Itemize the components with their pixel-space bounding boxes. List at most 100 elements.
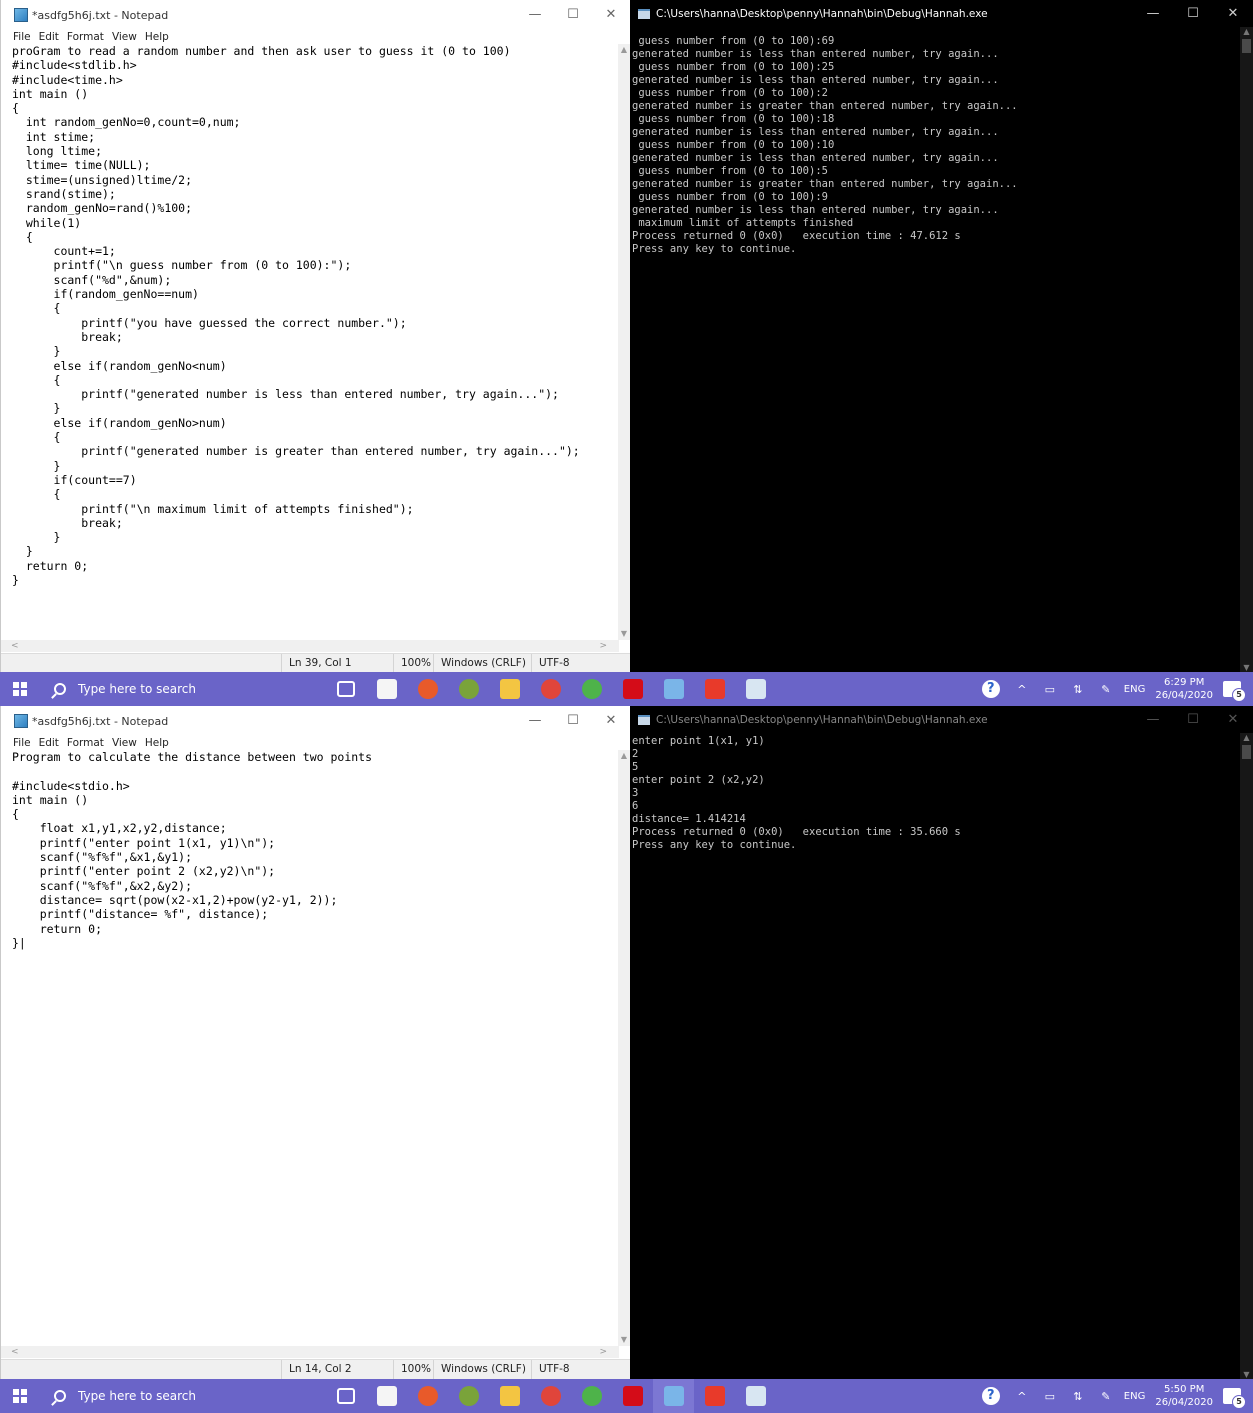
minimize-button[interactable]: — xyxy=(516,0,554,30)
taskbar-app-notepad[interactable] xyxy=(653,1379,694,1413)
taskbar-app-store[interactable] xyxy=(366,672,407,706)
scroll-down-icon[interactable]: ▼ xyxy=(618,1334,630,1346)
taskbar-app-codeblocks-ide[interactable] xyxy=(694,672,735,706)
network-icon[interactable]: ⇅ xyxy=(1070,682,1086,696)
scroll-right-icon[interactable]: > xyxy=(599,640,607,652)
status-bar: Ln 14, Col 2 100% Windows (CRLF) UTF-8 xyxy=(1,1359,631,1379)
taskbar-app-utorrent[interactable] xyxy=(571,1379,612,1413)
chevron-up-icon[interactable]: ^ xyxy=(1014,682,1030,696)
taskbar-app-console[interactable] xyxy=(735,672,776,706)
console-titlebar[interactable]: C:\Users\hanna\Desktop\penny\Hannah\bin\… xyxy=(630,0,1253,27)
text-editor[interactable]: Program to calculate the distance betwee… xyxy=(1,750,619,1346)
notification-icon[interactable]: 5 xyxy=(1223,681,1246,702)
minimize-button[interactable]: — xyxy=(516,706,554,736)
scroll-up-icon[interactable]: ▲ xyxy=(618,750,630,762)
start-button[interactable] xyxy=(0,672,40,706)
network-icon[interactable]: ⇅ xyxy=(1070,1389,1086,1403)
menu-file[interactable]: File xyxy=(13,30,31,44)
menu-help[interactable]: Help xyxy=(145,30,169,44)
console-scrollbar[interactable]: ▲ ▼ xyxy=(1240,27,1253,672)
scroll-thumb[interactable] xyxy=(1242,39,1251,53)
taskbar-app-chrome[interactable] xyxy=(530,1379,571,1413)
pen-icon[interactable]: ✎ xyxy=(1098,1389,1114,1403)
minimize-button[interactable]: — xyxy=(1133,0,1173,30)
scroll-down-icon[interactable]: ▼ xyxy=(618,628,630,640)
taskbar-app-task-view[interactable] xyxy=(325,672,366,706)
taskbar-search[interactable]: Type here to search xyxy=(40,1379,325,1413)
scroll-thumb[interactable] xyxy=(1242,745,1251,759)
console-title: C:\Users\hanna\Desktop\penny\Hannah\bin\… xyxy=(656,7,988,20)
scroll-down-icon[interactable]: ▼ xyxy=(1240,1370,1253,1379)
language-indicator[interactable]: ENG xyxy=(1124,684,1146,695)
battery-icon[interactable]: ▭ xyxy=(1042,1389,1058,1403)
vertical-scrollbar[interactable]: ▲ ▼ xyxy=(618,44,630,640)
console-window: C:\Users\hanna\Desktop\penny\Hannah\bin\… xyxy=(630,706,1253,1379)
menu-help[interactable]: Help xyxy=(145,736,169,750)
menu-view[interactable]: View xyxy=(112,30,137,44)
scroll-down-icon[interactable]: ▼ xyxy=(1240,663,1253,672)
notepad-titlebar[interactable]: *asdfg5h6j.txt - Notepad — ☐ ✕ xyxy=(1,706,630,736)
taskbar-app-netflix[interactable] xyxy=(612,672,653,706)
help-icon[interactable]: ? xyxy=(981,1387,1000,1405)
close-button[interactable]: ✕ xyxy=(1213,0,1253,30)
clock[interactable]: 5:50 PM 26/04/2020 xyxy=(1155,1383,1213,1409)
console-titlebar[interactable]: C:\Users\hanna\Desktop\penny\Hannah\bin\… xyxy=(630,706,1253,733)
taskbar-app-media-player[interactable] xyxy=(407,1379,448,1413)
console-output-area[interactable]: guess number from (0 to 100):69 generate… xyxy=(630,27,1238,672)
text-editor[interactable]: proGram to read a random number and then… xyxy=(1,44,619,640)
pen-icon[interactable]: ✎ xyxy=(1098,682,1114,696)
taskbar-app-codeblocks[interactable] xyxy=(448,672,489,706)
menu-edit[interactable]: Edit xyxy=(39,30,59,44)
minimize-button[interactable]: — xyxy=(1133,706,1173,736)
taskbar-app-console[interactable] xyxy=(735,1379,776,1413)
console-scrollbar[interactable]: ▲ ▼ xyxy=(1240,733,1253,1379)
scroll-right-icon[interactable]: > xyxy=(599,1346,607,1358)
taskbar-app-media-player[interactable] xyxy=(407,672,448,706)
maximize-button[interactable]: ☐ xyxy=(554,0,592,30)
taskbar-app-file-explorer[interactable] xyxy=(489,1379,530,1413)
console-output: guess number from (0 to 100):69 generate… xyxy=(632,35,1018,255)
vertical-scrollbar[interactable]: ▲ ▼ xyxy=(618,750,630,1346)
taskbar-app-task-view[interactable] xyxy=(325,1379,366,1413)
taskbar-app-file-explorer[interactable] xyxy=(489,672,530,706)
taskbar-app-codeblocks-ide[interactable] xyxy=(694,1379,735,1413)
taskbar-app-chrome[interactable] xyxy=(530,672,571,706)
scroll-up-icon[interactable]: ▲ xyxy=(618,44,630,56)
taskbar-app-notepad[interactable] xyxy=(653,672,694,706)
maximize-button[interactable]: ☐ xyxy=(1173,0,1213,30)
taskbar-search[interactable]: Type here to search xyxy=(40,672,325,706)
close-button[interactable]: ✕ xyxy=(592,706,630,736)
clock-date: 26/04/2020 xyxy=(1155,690,1213,701)
taskbar-app-store[interactable] xyxy=(366,1379,407,1413)
taskbar-app-codeblocks[interactable] xyxy=(448,1379,489,1413)
console-output-area[interactable]: enter point 1(x1, y1) 2 5 enter point 2 … xyxy=(630,733,1238,1379)
close-button[interactable]: ✕ xyxy=(592,0,630,30)
help-icon[interactable]: ? xyxy=(981,680,1000,698)
editor-content[interactable]: Program to calculate the distance betwee… xyxy=(1,750,619,950)
taskbar-app-utorrent[interactable] xyxy=(571,672,612,706)
chevron-up-icon[interactable]: ^ xyxy=(1014,1389,1030,1403)
maximize-button[interactable]: ☐ xyxy=(1173,706,1213,736)
scroll-left-icon[interactable]: < xyxy=(11,640,19,652)
taskbar-app-netflix[interactable] xyxy=(612,1379,653,1413)
battery-icon[interactable]: ▭ xyxy=(1042,682,1058,696)
clock[interactable]: 6:29 PM 26/04/2020 xyxy=(1155,676,1213,702)
menu-format[interactable]: Format xyxy=(67,30,104,44)
start-button[interactable] xyxy=(0,1379,40,1413)
menu-edit[interactable]: Edit xyxy=(39,736,59,750)
scroll-up-icon[interactable]: ▲ xyxy=(1240,27,1253,36)
notification-icon[interactable]: 5 xyxy=(1223,1388,1246,1409)
notepad-titlebar[interactable]: *asdfg5h6j.txt - Notepad — ☐ ✕ xyxy=(1,0,630,30)
menu-format[interactable]: Format xyxy=(67,736,104,750)
menu-view[interactable]: View xyxy=(112,736,137,750)
editor-content[interactable]: proGram to read a random number and then… xyxy=(1,44,619,587)
menu-file[interactable]: File xyxy=(13,736,31,750)
scroll-up-icon[interactable]: ▲ xyxy=(1240,733,1253,742)
horizontal-scrollbar[interactable]: < > xyxy=(1,1346,619,1358)
encoding: UTF-8 xyxy=(539,1363,570,1375)
horizontal-scrollbar[interactable]: < > xyxy=(1,640,619,652)
language-indicator[interactable]: ENG xyxy=(1124,1391,1146,1402)
scroll-left-icon[interactable]: < xyxy=(11,1346,19,1358)
maximize-button[interactable]: ☐ xyxy=(554,706,592,736)
close-button[interactable]: ✕ xyxy=(1213,706,1253,736)
